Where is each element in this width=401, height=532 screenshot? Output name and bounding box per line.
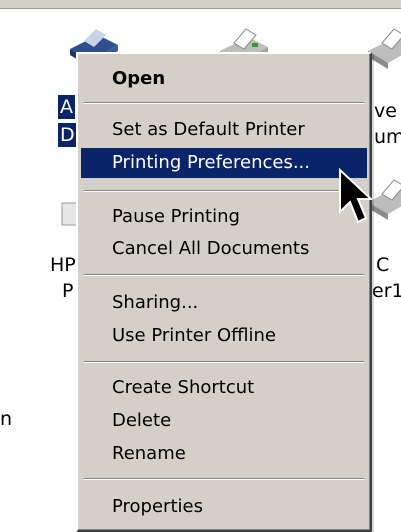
printer-context-menu: Open Set as Default Printer Printing Pre… bbox=[76, 52, 372, 532]
menu-item-set-default-printer[interactable]: Set as Default Printer bbox=[81, 115, 367, 145]
printer-label-5-line1: HP bbox=[50, 254, 76, 276]
menu-separator bbox=[84, 361, 364, 363]
menu-separator bbox=[84, 102, 364, 104]
printer-label-4-line1: C bbox=[376, 254, 390, 276]
mouse-cursor-icon bbox=[339, 168, 372, 224]
menu-separator bbox=[84, 190, 364, 192]
printer-label-3-line2: um bbox=[374, 126, 401, 148]
printer-label-4-line2: er1 bbox=[372, 280, 401, 302]
menu-item-create-shortcut[interactable]: Create Shortcut bbox=[81, 373, 367, 403]
menu-item-rename[interactable]: Rename bbox=[81, 439, 367, 469]
printer-label-selected-line1[interactable]: A bbox=[58, 95, 75, 119]
printer-label-5-line2: P bbox=[62, 280, 74, 302]
menu-separator bbox=[84, 274, 364, 276]
printer-label-6: n bbox=[0, 408, 13, 430]
menu-item-delete[interactable]: Delete bbox=[81, 406, 367, 436]
menu-item-sharing[interactable]: Sharing... bbox=[81, 288, 367, 318]
window-top-border bbox=[0, 0, 401, 9]
menu-item-use-printer-offline[interactable]: Use Printer Offline bbox=[81, 321, 367, 351]
menu-item-open[interactable]: Open bbox=[81, 64, 367, 94]
printer-label-selected-line2[interactable]: D bbox=[58, 123, 77, 147]
printer-label-3-line1: ve bbox=[374, 100, 397, 122]
menu-item-properties[interactable]: Properties bbox=[81, 492, 367, 522]
menu-separator bbox=[84, 478, 364, 480]
menu-item-pause-printing[interactable]: Pause Printing bbox=[81, 202, 367, 232]
menu-item-cancel-all-documents[interactable]: Cancel All Documents bbox=[81, 234, 367, 264]
menu-item-printing-preferences[interactable]: Printing Preferences... bbox=[81, 148, 367, 178]
